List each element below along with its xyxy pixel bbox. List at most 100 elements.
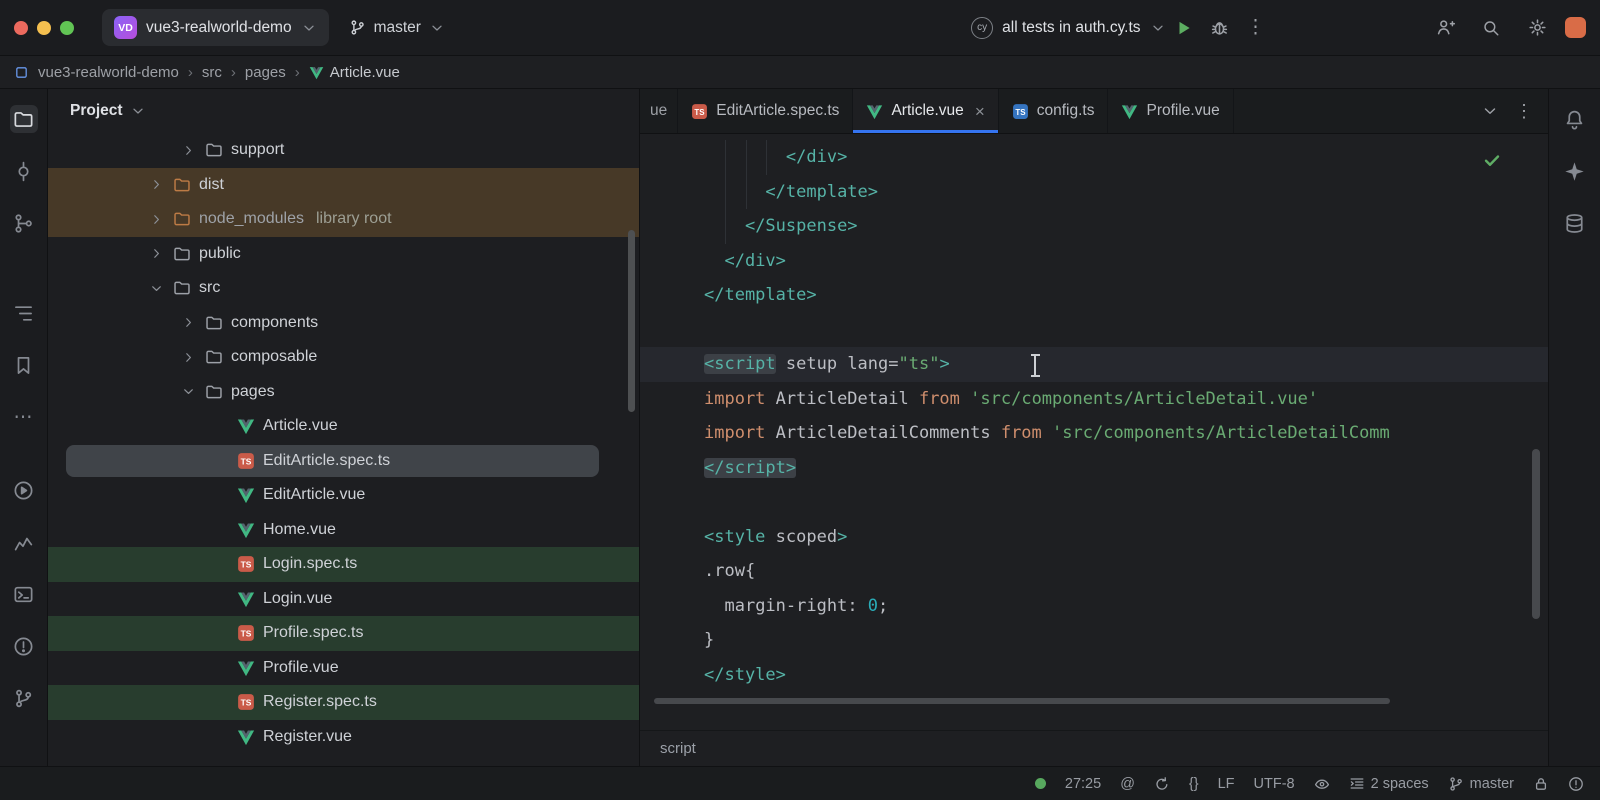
- chevron-right-icon[interactable]: [148, 211, 164, 227]
- more-tool-button[interactable]: ⋯: [10, 403, 38, 431]
- code-line[interactable]: </div>: [640, 140, 1548, 175]
- tree-item-components[interactable]: components: [48, 306, 639, 341]
- tree-item-editarticle-vue[interactable]: EditArticle.vue: [48, 478, 639, 513]
- branch-widget[interactable]: master: [349, 19, 445, 37]
- close-tab-icon[interactable]: ×: [975, 103, 985, 120]
- code-editor[interactable]: </div> </template> </Suspense> </div></t…: [640, 134, 1548, 730]
- project-folder-tool-button[interactable]: [10, 105, 38, 133]
- tree-item-pages[interactable]: pages: [48, 375, 639, 410]
- editor-horizontal-scrollbar[interactable]: [654, 698, 1390, 704]
- code-line[interactable]: import ArticleDetail from 'src/component…: [640, 382, 1548, 417]
- code-line[interactable]: </template>: [640, 175, 1548, 210]
- file-encoding-widget[interactable]: UTF-8: [1254, 776, 1295, 792]
- test-status-dot[interactable]: [1035, 778, 1046, 789]
- tree-item-article-vue[interactable]: Article.vue: [48, 409, 639, 444]
- chevron-right-icon[interactable]: [148, 177, 164, 193]
- tab-list-button[interactable]: [1476, 97, 1504, 125]
- code-line[interactable]: }: [640, 623, 1548, 658]
- notification-badge[interactable]: [1565, 17, 1586, 38]
- tree-item-node-modules[interactable]: node_moduleslibrary root: [48, 202, 639, 237]
- tree-item-profile-spec-ts[interactable]: TSProfile.spec.ts: [48, 616, 639, 651]
- notifications-tool-button[interactable]: [1561, 105, 1589, 133]
- chevron-right-icon[interactable]: [180, 349, 196, 365]
- code-line-current[interactable]: <script setup lang="ts">: [640, 347, 1548, 382]
- tab-options-button[interactable]: ⋮: [1510, 97, 1538, 125]
- tree-item-login-vue[interactable]: Login.vue: [48, 582, 639, 617]
- problems-tool-button[interactable]: [10, 632, 38, 660]
- breadcrumb-item-src[interactable]: src: [202, 64, 222, 81]
- caret-position[interactable]: 27:25: [1065, 776, 1101, 792]
- chevron-right-icon[interactable]: [180, 142, 196, 158]
- project-panel-header[interactable]: Project: [48, 89, 639, 133]
- tree-item-home-vue[interactable]: Home.vue: [48, 513, 639, 548]
- tree-item-register-vue[interactable]: Register.vue: [48, 720, 639, 755]
- project-widget[interactable]: VD vue3-realworld-demo: [102, 9, 329, 46]
- run-button[interactable]: [1166, 11, 1202, 45]
- breadcrumb-item-vue3-realworld-demo[interactable]: vue3-realworld-demo: [38, 64, 179, 81]
- run-tool-button[interactable]: [10, 476, 38, 504]
- line-separator-widget[interactable]: LF: [1218, 776, 1235, 792]
- tree-item-login-spec-ts[interactable]: TSLogin.spec.ts: [48, 547, 639, 582]
- tree-item-register-spec-ts[interactable]: TSRegister.spec.ts: [48, 685, 639, 720]
- git-branch-tool-button[interactable]: [10, 684, 38, 712]
- close-window-button[interactable]: [14, 21, 28, 35]
- code-line[interactable]: [640, 313, 1548, 348]
- code-line[interactable]: </script>: [640, 451, 1548, 486]
- code-line[interactable]: </style>: [640, 658, 1548, 693]
- ai-assistant-status-icon[interactable]: @: [1120, 776, 1135, 792]
- chevron-down-icon[interactable]: [148, 280, 164, 296]
- breadcrumb-item-article-vue[interactable]: Article.vue: [309, 64, 400, 81]
- sync-status-button[interactable]: [1154, 776, 1170, 792]
- minimize-window-button[interactable]: [37, 21, 51, 35]
- bookmarks-tool-button[interactable]: [10, 351, 38, 379]
- tree-item-support[interactable]: support: [48, 133, 639, 168]
- editor-vertical-scrollbar[interactable]: [1532, 449, 1540, 619]
- code-line[interactable]: </div>: [640, 244, 1548, 279]
- inspections-widget[interactable]: [1568, 776, 1584, 792]
- code-line[interactable]: .row{: [640, 554, 1548, 589]
- tree-item-dist[interactable]: dist: [48, 168, 639, 203]
- code-line[interactable]: <style scoped>: [640, 520, 1548, 555]
- database-tool-button[interactable]: [1561, 209, 1589, 237]
- editor-tab-config-ts[interactable]: TSconfig.ts: [999, 89, 1109, 133]
- editor-tab-ue[interactable]: ue: [640, 89, 678, 133]
- inspections-ok-icon[interactable]: [1482, 150, 1502, 170]
- git-branch-widget[interactable]: master: [1448, 776, 1514, 792]
- indent-widget[interactable]: 2 spaces: [1349, 776, 1429, 792]
- run-config-selector[interactable]: cy all tests in auth.cy.ts: [971, 17, 1165, 39]
- tree-item-src[interactable]: src: [48, 271, 639, 306]
- pull-requests-tool-button[interactable]: [10, 209, 38, 237]
- code-line[interactable]: </template>: [640, 278, 1548, 313]
- search-everywhere-button[interactable]: [1473, 11, 1509, 45]
- code-line[interactable]: [640, 485, 1548, 520]
- highlighting-level-button[interactable]: [1314, 776, 1330, 792]
- code-with-me-button[interactable]: [1427, 11, 1463, 45]
- zoom-window-button[interactable]: [60, 21, 74, 35]
- tree-item-composable[interactable]: composable: [48, 340, 639, 375]
- code-style-widget[interactable]: {}: [1189, 776, 1199, 792]
- code-line[interactable]: import ArticleDetailComments from 'src/c…: [640, 416, 1548, 451]
- chevron-right-icon[interactable]: [180, 315, 196, 331]
- chevron-right-icon[interactable]: [148, 246, 164, 262]
- editor-tab-profile-vue[interactable]: Profile.vue: [1108, 89, 1233, 133]
- tree-item-profile-vue[interactable]: Profile.vue: [48, 651, 639, 686]
- tree-item-public[interactable]: public: [48, 237, 639, 272]
- debug-button[interactable]: [1202, 11, 1238, 45]
- breadcrumb-script[interactable]: script: [660, 740, 696, 757]
- terminal-tool-button[interactable]: [10, 580, 38, 608]
- commit-tool-button[interactable]: [10, 157, 38, 185]
- editor-tab-editarticle-spec-ts[interactable]: TSEditArticle.spec.ts: [678, 89, 853, 133]
- breadcrumb-item-pages[interactable]: pages: [245, 64, 286, 81]
- chevron-down-icon[interactable]: [180, 384, 196, 400]
- profiler-tool-button[interactable]: [10, 528, 38, 556]
- structure-tool-button[interactable]: [10, 299, 38, 327]
- write-access-lock-button[interactable]: [1533, 776, 1549, 792]
- settings-button[interactable]: [1519, 11, 1555, 45]
- code-line[interactable]: </Suspense>: [640, 209, 1548, 244]
- editor-tab-article-vue[interactable]: Article.vue×: [853, 89, 998, 133]
- more-actions-button[interactable]: ⋮: [1238, 11, 1274, 45]
- code-line[interactable]: margin-right: 0;: [640, 589, 1548, 624]
- project-scrollbar[interactable]: [628, 230, 635, 412]
- tree-item-editarticle-spec-ts[interactable]: TSEditArticle.spec.ts: [48, 444, 639, 479]
- ai-assistant-tool-button[interactable]: [1561, 157, 1589, 185]
